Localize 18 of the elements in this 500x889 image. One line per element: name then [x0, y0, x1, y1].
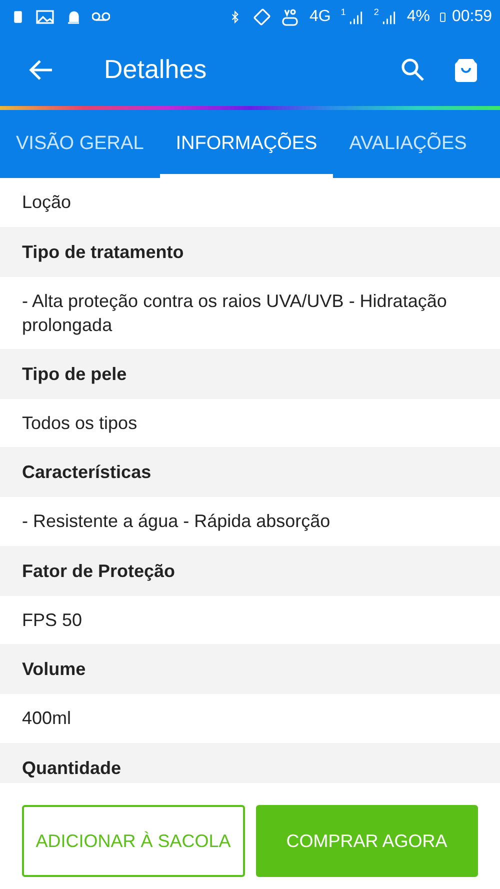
battery-percent: 4% [406, 8, 430, 26]
voicemail-icon [92, 12, 110, 21]
section-heading: Fator de Proteção [0, 546, 500, 596]
section-heading: Tipo de tratamento [0, 226, 500, 276]
section-heading: Volume [0, 644, 500, 694]
image-icon [36, 8, 54, 26]
add-to-bag-button[interactable]: ADICIONAR À SACOLA [22, 805, 244, 877]
sim-label: 1 [340, 7, 346, 17]
screen-title: Detalhes [104, 54, 208, 85]
tab[interactable]: AVALIAÇÕES [333, 110, 483, 178]
tab[interactable]: VISÃO GERAL [0, 110, 160, 178]
buy-now-button[interactable]: COMPRAR AGORA [256, 805, 478, 877]
section-heading: Tipo de pele [0, 348, 500, 398]
clock: 00:59 [452, 8, 492, 26]
network-type: 4G [309, 8, 331, 26]
sim-label: 2 [374, 7, 379, 17]
section-heading: Características [0, 447, 500, 497]
section-heading: Quantidade [0, 742, 500, 783]
